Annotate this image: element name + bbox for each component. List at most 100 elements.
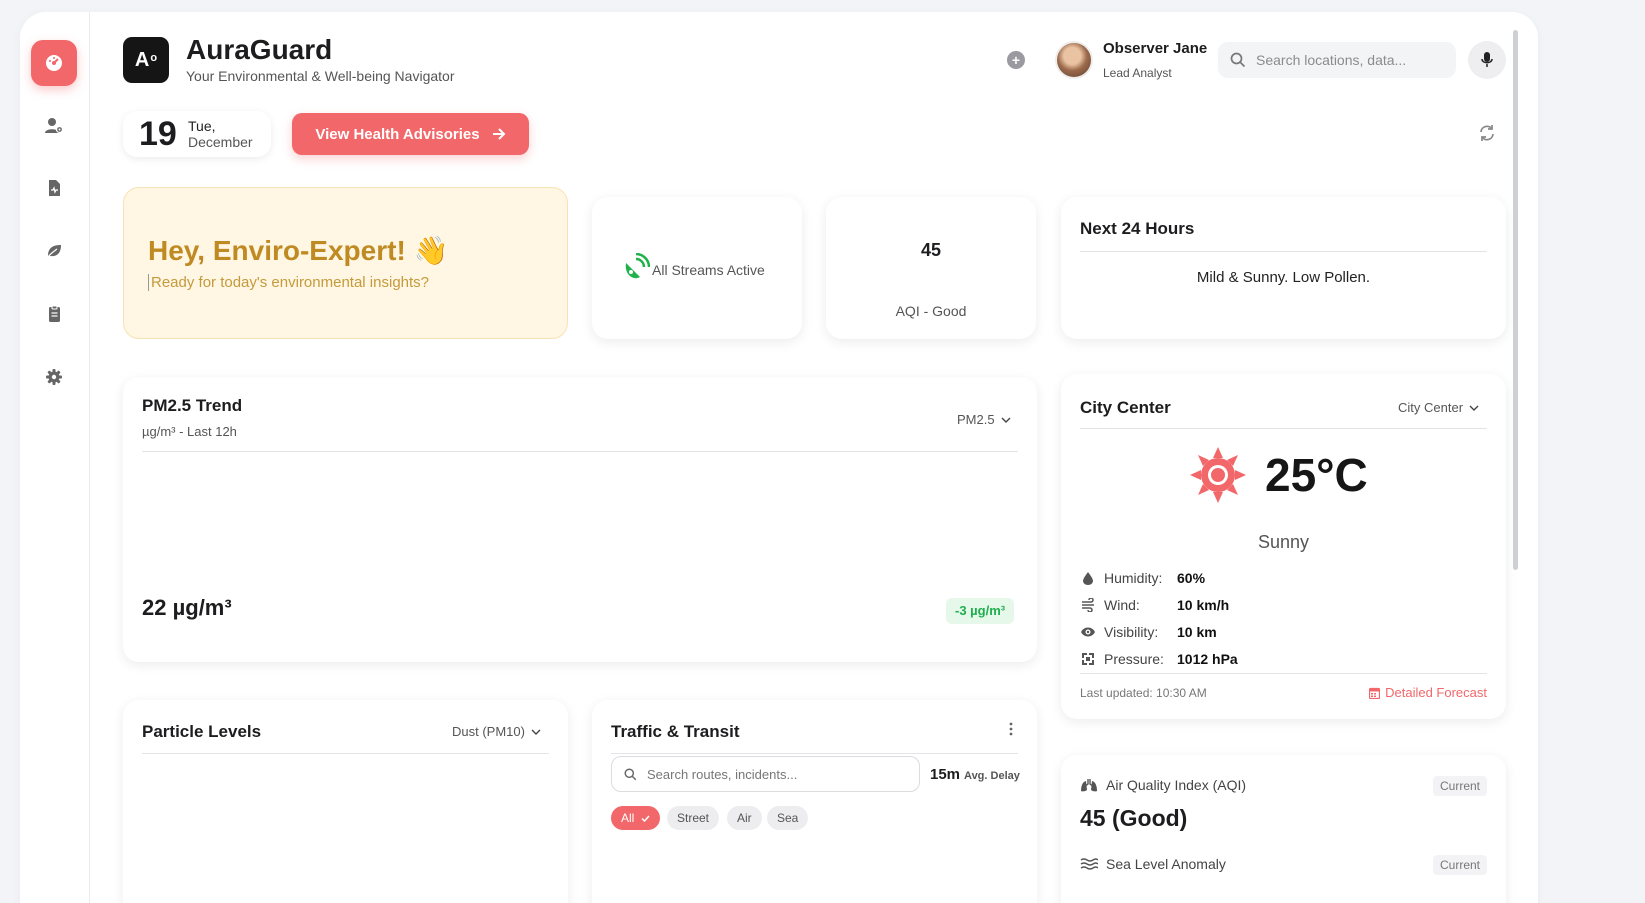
divider — [1080, 428, 1487, 429]
detailed-forecast-label: Detailed Forecast — [1385, 685, 1487, 700]
app-window: Ao AuraGuard Your Environmental & Well-b… — [20, 12, 1538, 903]
avatar[interactable] — [1055, 41, 1093, 79]
weather-condition: Sunny — [1257, 532, 1310, 552]
wind-icon — [1081, 598, 1094, 612]
sidebar-item-settings[interactable] — [31, 354, 77, 400]
divider — [1080, 251, 1487, 252]
divider — [611, 753, 1018, 754]
chevron-down-icon — [1001, 417, 1011, 423]
filter-chip-sea[interactable]: Sea — [767, 806, 809, 830]
avg-delay-value: 15m — [930, 766, 961, 783]
pm25-dropdown-label: PM2.5 — [957, 412, 995, 427]
city-title: City Center — [1080, 398, 1171, 417]
filter-chip-all[interactable]: All — [611, 806, 660, 830]
city-dropdown-label: City Center — [1398, 400, 1464, 415]
avg-delay: 15m Avg. Delay — [930, 766, 1020, 783]
metric-pressure: Pressure: 1012 hPa — [1080, 651, 1238, 667]
calendar-icon — [1369, 687, 1381, 699]
chevron-down-icon — [531, 729, 541, 735]
aqi-detail-title: Air Quality Index (AQI) — [1106, 777, 1247, 793]
metric-value: 1012 hPa — [1177, 651, 1238, 667]
next-24-hours-title: Next 24 Hours — [1080, 219, 1195, 238]
sidebar-item-reports[interactable] — [31, 165, 77, 211]
traffic-transit-card: Traffic & Transit 15m Avg. Delay All Str… — [592, 700, 1037, 903]
pm25-trend-card: PM2.5 Trend µg/m³ - Last 12h PM2.5 22 µg… — [123, 377, 1037, 662]
chevron-down-icon — [1469, 405, 1479, 411]
pm25-trend-subtitle: µg/m³ - Last 12h — [142, 424, 237, 439]
welcome-title: Hey, Enviro-Expert! 👋 — [148, 235, 449, 266]
divider — [142, 753, 549, 754]
date-card: 19 Tue, December — [123, 111, 271, 157]
eye-icon — [1081, 627, 1095, 637]
pm25-metric-dropdown[interactable]: PM2.5 — [957, 412, 1011, 427]
gauge-icon — [46, 55, 62, 71]
metric-visibility: Visibility: 10 km — [1080, 624, 1217, 640]
metric-label: Visibility: — [1104, 624, 1159, 640]
add-button[interactable]: + — [1007, 51, 1025, 69]
detailed-forecast-link[interactable]: Detailed Forecast — [1369, 685, 1487, 700]
traffic-search-input[interactable] — [647, 766, 907, 782]
search-input[interactable] — [1256, 52, 1446, 68]
pm25-change-badge: -3 µg/m³ — [946, 598, 1015, 624]
particle-type-dropdown[interactable]: Dust (PM10) — [452, 724, 541, 739]
more-options-icon[interactable] — [1009, 722, 1013, 736]
user-gear-icon — [45, 118, 64, 134]
view-health-advisories-button[interactable]: View Health Advisories — [292, 113, 529, 155]
search-icon — [1230, 52, 1246, 68]
user-name: Observer Jane — [1103, 40, 1208, 57]
refresh-icon[interactable] — [1478, 124, 1496, 142]
traffic-title: Traffic & Transit — [611, 722, 740, 741]
sidebar-item-users[interactable] — [31, 103, 77, 149]
app-logo: Ao — [123, 37, 169, 83]
weather-main: 25°C — [1189, 446, 1368, 504]
date-weekday: Tue, — [188, 118, 216, 134]
clipboard-icon — [49, 305, 60, 322]
sea-level-title: Sea Level Anomaly — [1106, 856, 1226, 872]
sidebar-item-tasks[interactable] — [31, 291, 77, 337]
voice-search-button[interactable] — [1468, 41, 1506, 79]
pm25-trend-title: PM2.5 Trend — [142, 396, 243, 415]
divider — [1080, 673, 1487, 674]
microphone-icon — [1481, 52, 1493, 67]
temperature: 25°C — [1265, 449, 1368, 501]
arrow-right-icon — [492, 128, 506, 140]
pm25-current-value: 22 µg/m³ — [142, 595, 232, 620]
aqi-summary-card: 45 AQI - Good — [826, 197, 1036, 339]
sidebar — [20, 12, 90, 903]
particle-dropdown-label: Dust (PM10) — [452, 724, 525, 739]
metric-label: Humidity: — [1104, 570, 1163, 586]
app-title: AuraGuard — [186, 34, 333, 65]
search-icon — [624, 767, 637, 780]
current-badge: Current — [1432, 776, 1487, 796]
sidebar-item-dashboard[interactable] — [31, 40, 77, 86]
sea-level-header: Sea Level Anomaly — [1080, 856, 1226, 872]
streams-status-label: All Streams Active — [652, 262, 765, 278]
check-icon — [641, 815, 650, 823]
metric-humidity: Humidity: 60% — [1080, 570, 1205, 586]
date-day: 19 — [139, 115, 177, 153]
particle-levels-title: Particle Levels — [142, 722, 262, 741]
metric-value: 10 km/h — [1177, 597, 1230, 613]
next-24-hours-card: Next 24 Hours Mild & Sunny. Low Pollen. — [1061, 197, 1506, 339]
traffic-search — [611, 756, 920, 792]
leaf-icon — [46, 245, 61, 259]
date-month: December — [188, 134, 253, 150]
filter-chip-air[interactable]: Air — [727, 806, 762, 830]
aqi-detail-card: Air Quality Index (AQI) Current 45 (Good… — [1061, 755, 1506, 903]
particle-levels-card: Particle Levels Dust (PM10) — [123, 700, 568, 903]
metric-wind: Wind: 10 km/h — [1080, 597, 1229, 613]
logo-sup: o — [150, 52, 158, 64]
avg-delay-label: Avg. Delay — [964, 770, 1020, 782]
divider — [142, 451, 1018, 452]
app-subtitle: Your Environmental & Well-being Navigato… — [186, 68, 455, 84]
sidebar-item-environment[interactable] — [31, 228, 77, 274]
filter-chip-street[interactable]: Street — [667, 806, 720, 830]
aqi-summary-label: AQI - Good — [895, 303, 967, 319]
aqi-summary-value: 45 — [920, 240, 942, 260]
city-dropdown[interactable]: City Center — [1398, 400, 1479, 415]
aqi-detail-value: 45 (Good) — [1080, 805, 1188, 831]
welcome-card: Hey, Enviro-Expert! 👋 Ready for today's … — [123, 187, 568, 339]
metric-value: 60% — [1177, 570, 1206, 586]
page-scrollbar[interactable] — [1513, 30, 1518, 570]
file-medical-icon — [49, 180, 60, 196]
